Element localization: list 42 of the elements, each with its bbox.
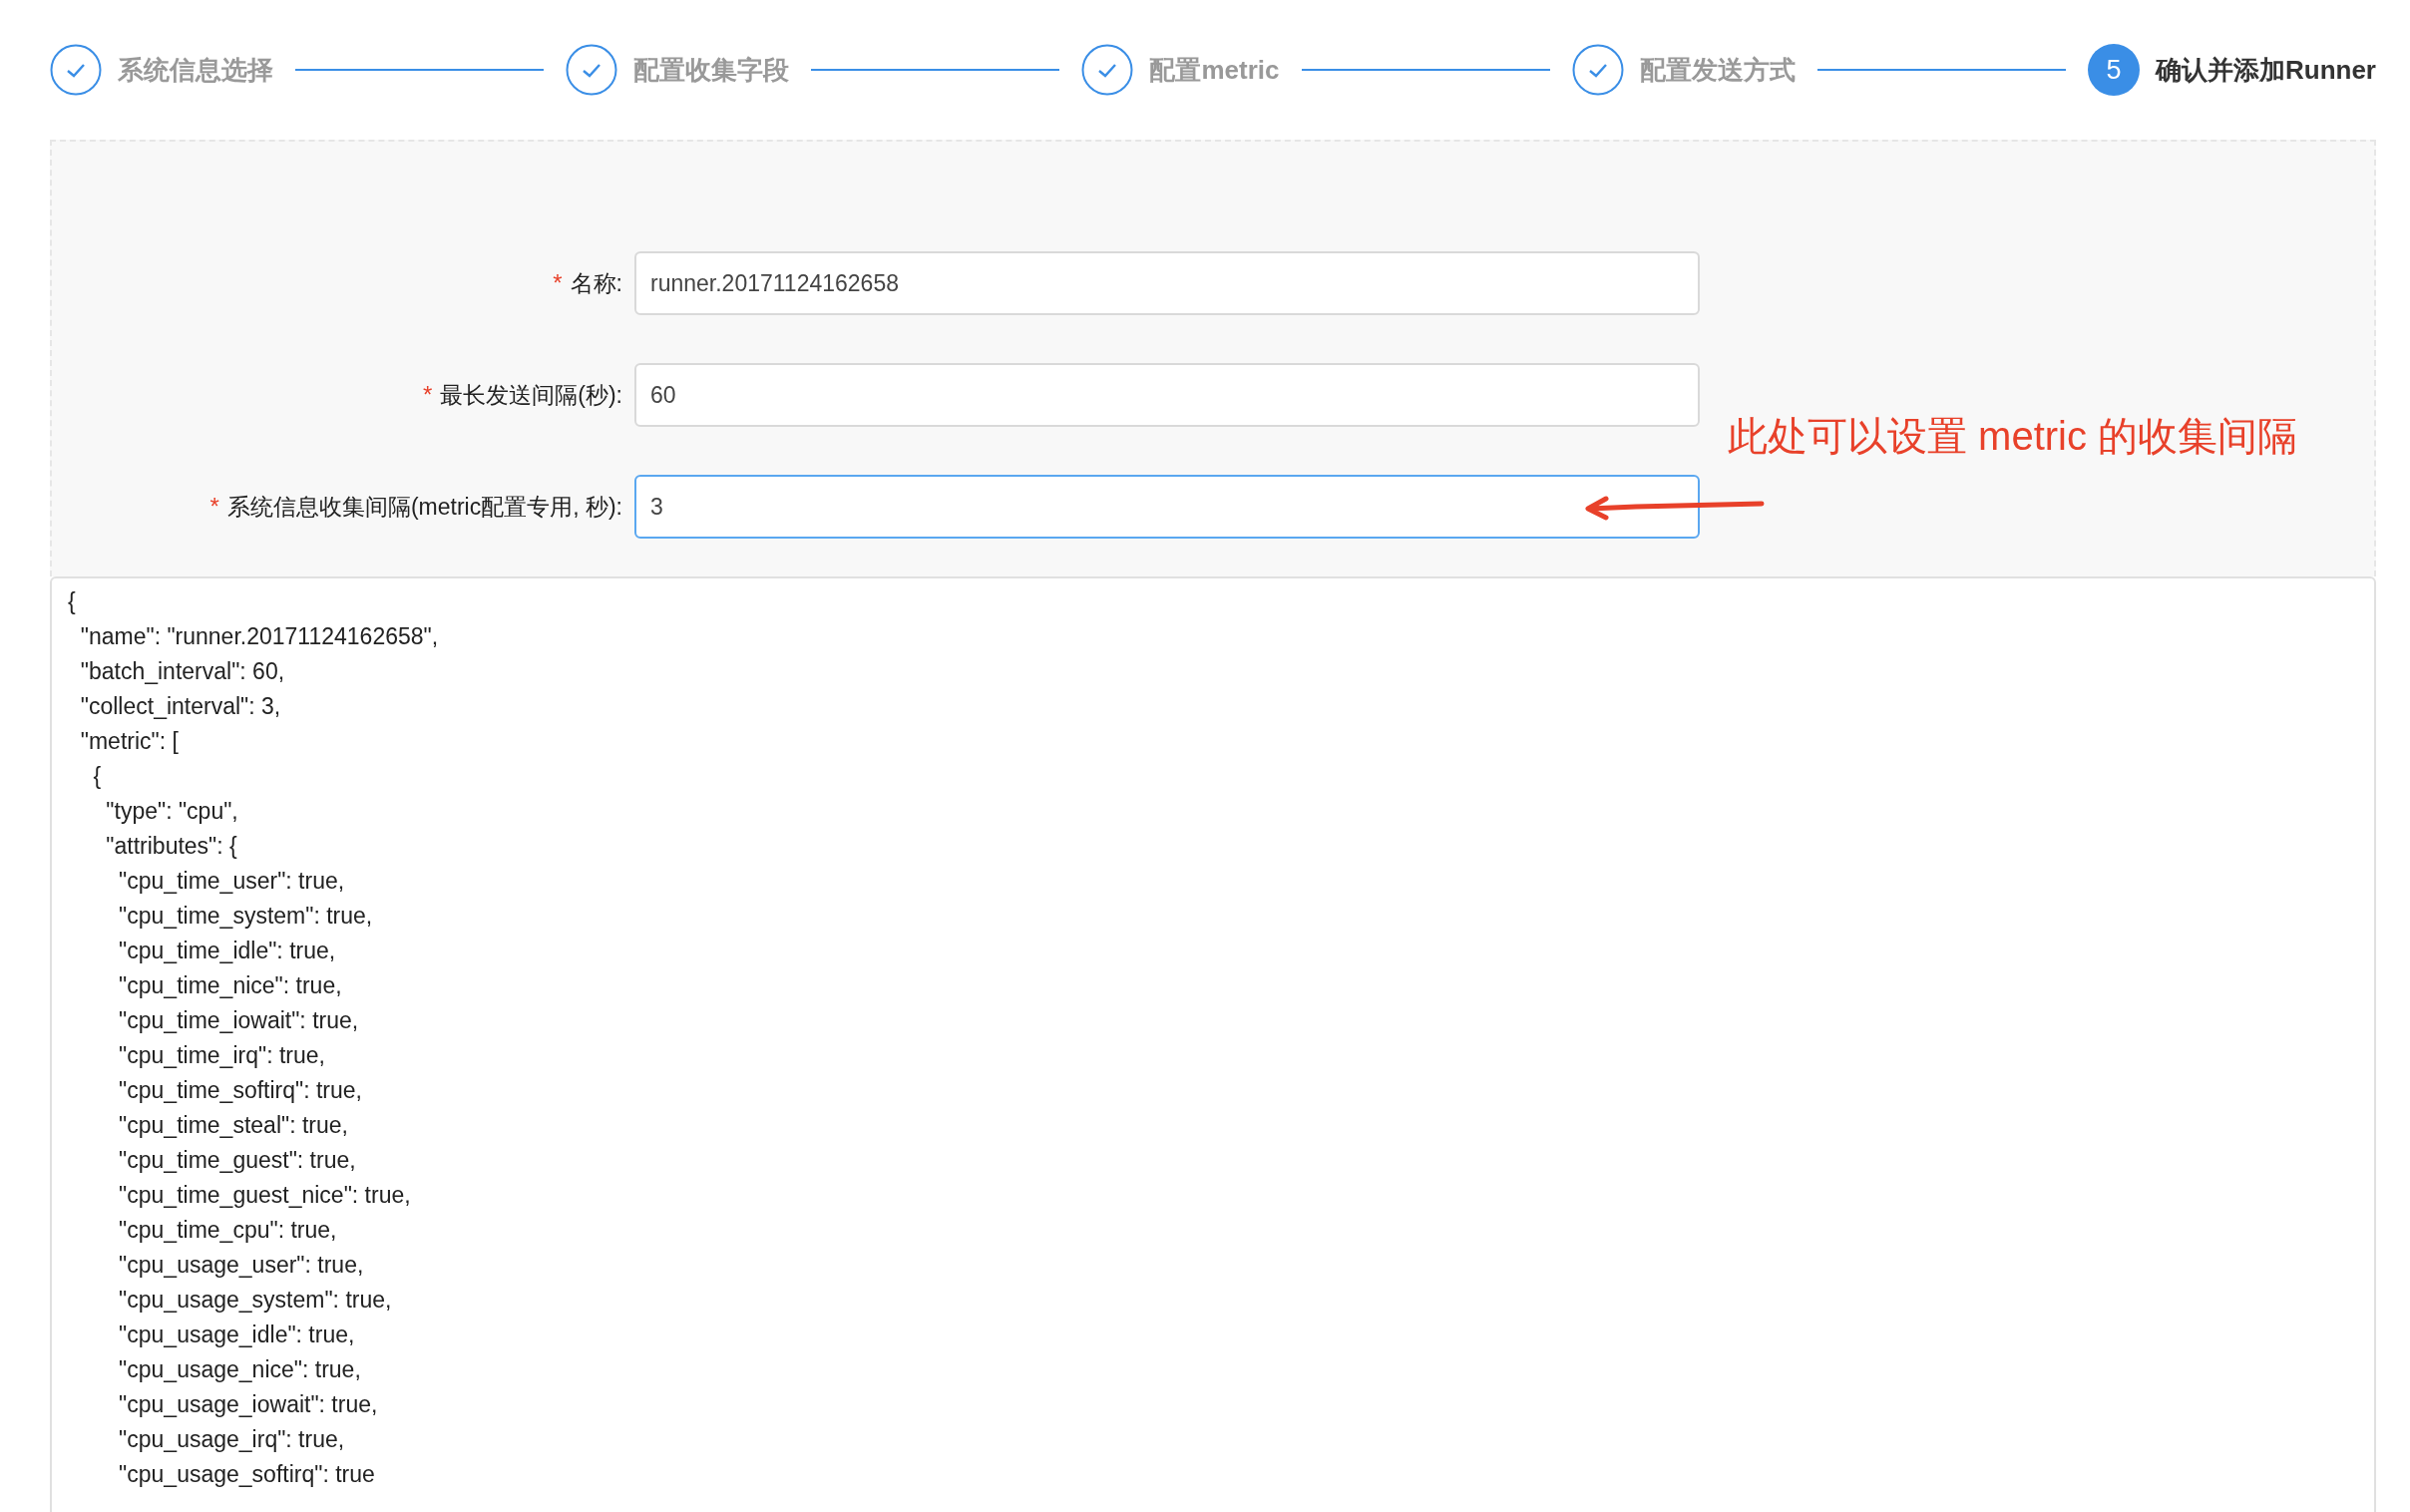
- code-line: "cpu_usage_softirq": true: [118, 1460, 376, 1489]
- code-line: "cpu_time_steal": true,: [118, 1111, 349, 1140]
- code-line: "cpu_time_irq": true,: [118, 1041, 326, 1070]
- code-line: "metric": [: [79, 727, 180, 756]
- field-label: 系统信息收集间隔(metric配置专用, 秒):: [226, 492, 622, 522]
- required-mark: *: [553, 269, 563, 297]
- step-label: 配置收集字段: [633, 53, 790, 87]
- code-line: "attributes": {: [105, 832, 238, 861]
- code-line: {: [92, 762, 103, 791]
- step-label: 配置metric: [1149, 53, 1280, 87]
- step-number: 5: [2088, 44, 2140, 96]
- code-line: {: [68, 587, 77, 616]
- step-label: 确认并添加Runner: [2156, 53, 2376, 87]
- field-label: 名称:: [570, 268, 622, 298]
- input-field[interactable]: 3: [634, 475, 1700, 539]
- code-line: "cpu_time_cpu": true,: [118, 1216, 338, 1245]
- field-label: 最长发送间隔(秒):: [440, 380, 622, 410]
- code-line: "collect_interval": 3,: [79, 692, 282, 721]
- code-line: "cpu_usage_user": true,: [118, 1251, 365, 1280]
- code-line: "name": "runner.20171124162658",: [79, 622, 440, 651]
- step-label: 系统信息选择: [118, 53, 273, 87]
- code-line: "cpu_time_idle": true,: [118, 937, 337, 965]
- step-label: 配置发送方式: [1639, 53, 1796, 87]
- code-line: "cpu_time_guest": true,: [118, 1146, 357, 1175]
- annotation-text: 此处可以设置 metric 的收集间隔: [1728, 413, 2298, 460]
- code-line: "cpu_time_system": true,: [118, 902, 374, 931]
- code-line: "cpu_usage_iowait": true,: [118, 1390, 379, 1419]
- input-field[interactable]: 60: [634, 363, 1700, 427]
- code-line: "cpu_usage_nice": true,: [118, 1355, 362, 1384]
- code-line: "cpu_time_guest_nice": true,: [118, 1181, 412, 1210]
- code-line: "cpu_time_nice": true,: [118, 971, 343, 1000]
- code-line: "cpu_time_iowait": true,: [118, 1006, 360, 1035]
- required-mark: *: [209, 493, 219, 521]
- input-field[interactable]: runner.20171124162658: [634, 251, 1700, 315]
- code-line: "type": "cpu",: [105, 797, 239, 826]
- code-line: "cpu_usage_idle": true,: [118, 1321, 356, 1349]
- required-mark: *: [422, 381, 433, 409]
- code-line: "batch_interval": 60,: [79, 657, 286, 686]
- code-line: "cpu_usage_system": true,: [118, 1286, 393, 1315]
- code-line: "cpu_time_user": true,: [118, 867, 346, 896]
- code-line: "cpu_usage_irq": true,: [118, 1425, 346, 1454]
- code-line: "cpu_time_softirq": true,: [118, 1076, 363, 1105]
